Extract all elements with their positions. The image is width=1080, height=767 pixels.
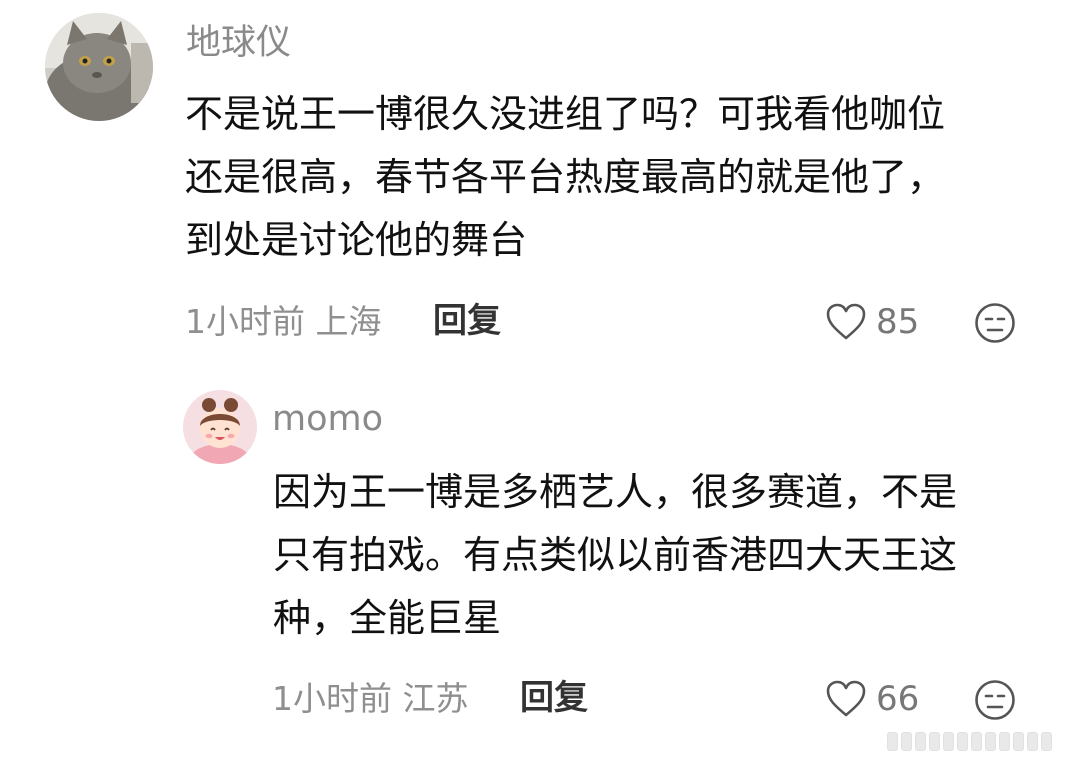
comment-text: 因为王一博是多栖艺人，很多赛道，不是 只有拍戏。有点类似以前香港四大天王这 种，…	[273, 461, 957, 650]
like-button[interactable]: 66	[826, 677, 919, 721]
like-button[interactable]: 85	[826, 300, 919, 344]
like-count: 85	[876, 302, 920, 342]
username[interactable]: 地球仪	[186, 26, 291, 61]
username[interactable]: momo	[272, 402, 383, 437]
comment-meta: 1小时前 上海	[185, 302, 382, 341]
like-count: 66	[876, 679, 920, 719]
comment-text: 不是说王一博很久没进组了吗？可我看他咖位 还是很高，春节各平台热度最高的就是他了…	[185, 83, 945, 272]
heart-outline-icon	[826, 680, 866, 717]
comment-line: 因为王一博是多栖艺人，很多赛道，不是	[273, 470, 958, 514]
heart-outline-icon	[826, 303, 866, 340]
watermark-decoration	[887, 732, 1052, 751]
comment-line: 还是很高，春节各平台热度最高的就是他了，	[185, 155, 946, 199]
react-button[interactable]	[974, 679, 1016, 721]
reply-button[interactable]: 回复	[433, 304, 501, 338]
comment-meta: 1小时前 江苏	[272, 679, 469, 718]
react-button[interactable]	[974, 302, 1016, 344]
cat-avatar-icon	[45, 13, 153, 121]
emoji-face-icon	[975, 680, 1015, 720]
avatar[interactable]	[183, 390, 257, 464]
comment-line: 不是说王一博很久没进组了吗？可我看他咖位	[185, 92, 946, 136]
comment-line: 种，全能巨星	[273, 596, 502, 640]
avatar[interactable]	[45, 13, 153, 121]
comment-line: 到处是讨论他的舞台	[185, 218, 528, 262]
comment-line: 只有拍戏。有点类似以前香港四大天王这	[273, 533, 958, 577]
emoji-face-icon	[975, 303, 1015, 343]
cartoon-girl-avatar-icon	[183, 390, 257, 464]
reply-button[interactable]: 回复	[520, 681, 588, 715]
